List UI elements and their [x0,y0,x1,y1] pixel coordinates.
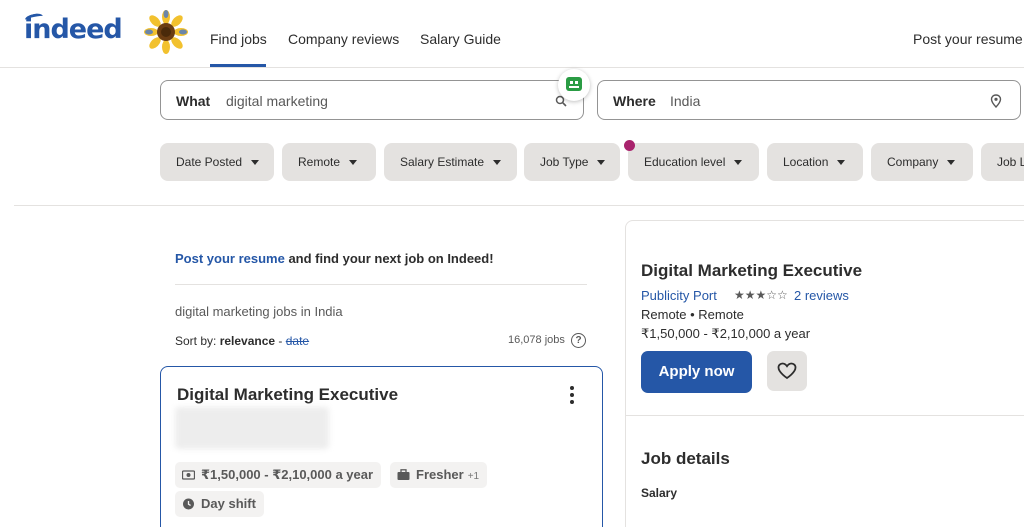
sunflower-icon [144,10,188,54]
sort-separator: - [275,334,286,348]
indeed-logo[interactable]: indeed [24,14,123,45]
divider [175,284,587,285]
filter-label: Job L [997,155,1024,169]
job-count: 16,078 jobs [508,334,565,346]
detail-job-title: Digital Marketing Executive [641,261,863,280]
job-card[interactable]: Digital Marketing Executive ₹1,50,000 - … [160,366,603,527]
post-resume-promo: Post your resume and find your next job … [175,251,494,266]
money-icon [182,470,195,480]
help-icon[interactable]: ? [571,333,586,348]
what-search-box[interactable]: What [160,80,584,120]
sort-relevance: relevance [219,334,276,348]
salary-subheading: Salary [641,486,678,500]
filter-company[interactable]: Company [871,143,973,181]
shift-tag: Day shift [175,491,264,517]
salary-text: ₹1,50,000 - ₹2,10,000 a year [201,467,374,482]
results-heading: digital marketing jobs in India [175,304,343,319]
job-detail-panel: Digital Marketing Executive Publicity Po… [625,220,1024,527]
filter-job-language[interactable]: Job L [981,143,1024,181]
reviews-link[interactable]: 2 reviews [794,288,849,303]
top-header: indeed Find jobs Company reviews Salary … [0,0,1024,68]
where-input[interactable] [670,93,970,109]
job-type-extra: +1 [467,471,480,482]
filter-remote[interactable]: Remote [282,143,376,181]
nav-find-jobs[interactable]: Find jobs [210,31,267,47]
nav-company-reviews[interactable]: Company reviews [288,31,399,47]
what-input[interactable] [226,93,526,109]
job-card-title[interactable]: Digital Marketing Executive [177,385,398,405]
job-details-heading: Job details [641,449,730,468]
briefcase-icon [397,469,410,480]
more-options-icon[interactable] [567,385,577,405]
sort-date-link[interactable]: date [286,334,309,348]
filter-education-level[interactable]: Education level [628,143,759,181]
nav-post-resume[interactable]: Post your resume [913,31,1023,47]
filter-label: Remote [298,155,341,169]
post-resume-link[interactable]: Post your resume [175,251,285,266]
apply-now-button[interactable]: Apply now [641,351,752,393]
job-type-text: Fresher [416,467,464,482]
active-tab-indicator [210,64,266,67]
robot-assistant-icon[interactable] [558,69,590,101]
save-job-button[interactable] [767,351,807,391]
detail-company-link[interactable]: Publicity Port [641,288,717,303]
caret-down-icon [837,160,846,166]
filter-label: Salary Estimate [400,155,485,169]
rating-stars: ★★★☆☆ [734,288,788,302]
filter-label: Location [783,155,829,169]
filter-label: Date Posted [176,155,243,169]
caret-down-icon [349,160,358,166]
promo-text: and find your next job on Indeed! [284,251,494,266]
filter-job-type[interactable]: Job Type [524,143,620,181]
salary-tag: ₹1,50,000 - ₹2,10,000 a year [175,462,382,488]
caret-down-icon [251,160,260,166]
caret-down-icon [947,160,956,166]
filter-salary-estimate[interactable]: Salary Estimate [384,143,517,181]
what-label: What [176,93,211,109]
divider [626,415,1024,416]
caret-down-icon [734,160,743,166]
filter-label: Company [887,155,939,169]
location-pin-icon [990,94,1002,108]
where-search-box[interactable]: Where [597,80,1021,120]
heart-icon [777,362,797,380]
sort-by: Sort by: relevance - date [175,334,309,348]
filter-label: Job Type [540,155,589,169]
blurred-company-info [175,407,329,449]
filter-label: Education level [644,155,726,169]
detail-location: Remote • Remote [641,307,744,322]
where-label: Where [613,93,656,109]
caret-down-icon [493,160,502,166]
nav-salary-guide[interactable]: Salary Guide [420,31,501,47]
detail-salary: ₹1,50,000 - ₹2,10,000 a year [641,326,811,341]
filter-date-posted[interactable]: Date Posted [160,143,274,181]
sort-prefix: Sort by: [175,334,220,348]
caret-down-icon [597,160,606,166]
divider [14,205,1024,206]
clock-icon [183,498,194,510]
filter-location[interactable]: Location [767,143,863,181]
notification-dot [624,140,635,151]
shift-text: Day shift [201,496,256,511]
job-type-tag: Fresher +1 [390,462,488,488]
